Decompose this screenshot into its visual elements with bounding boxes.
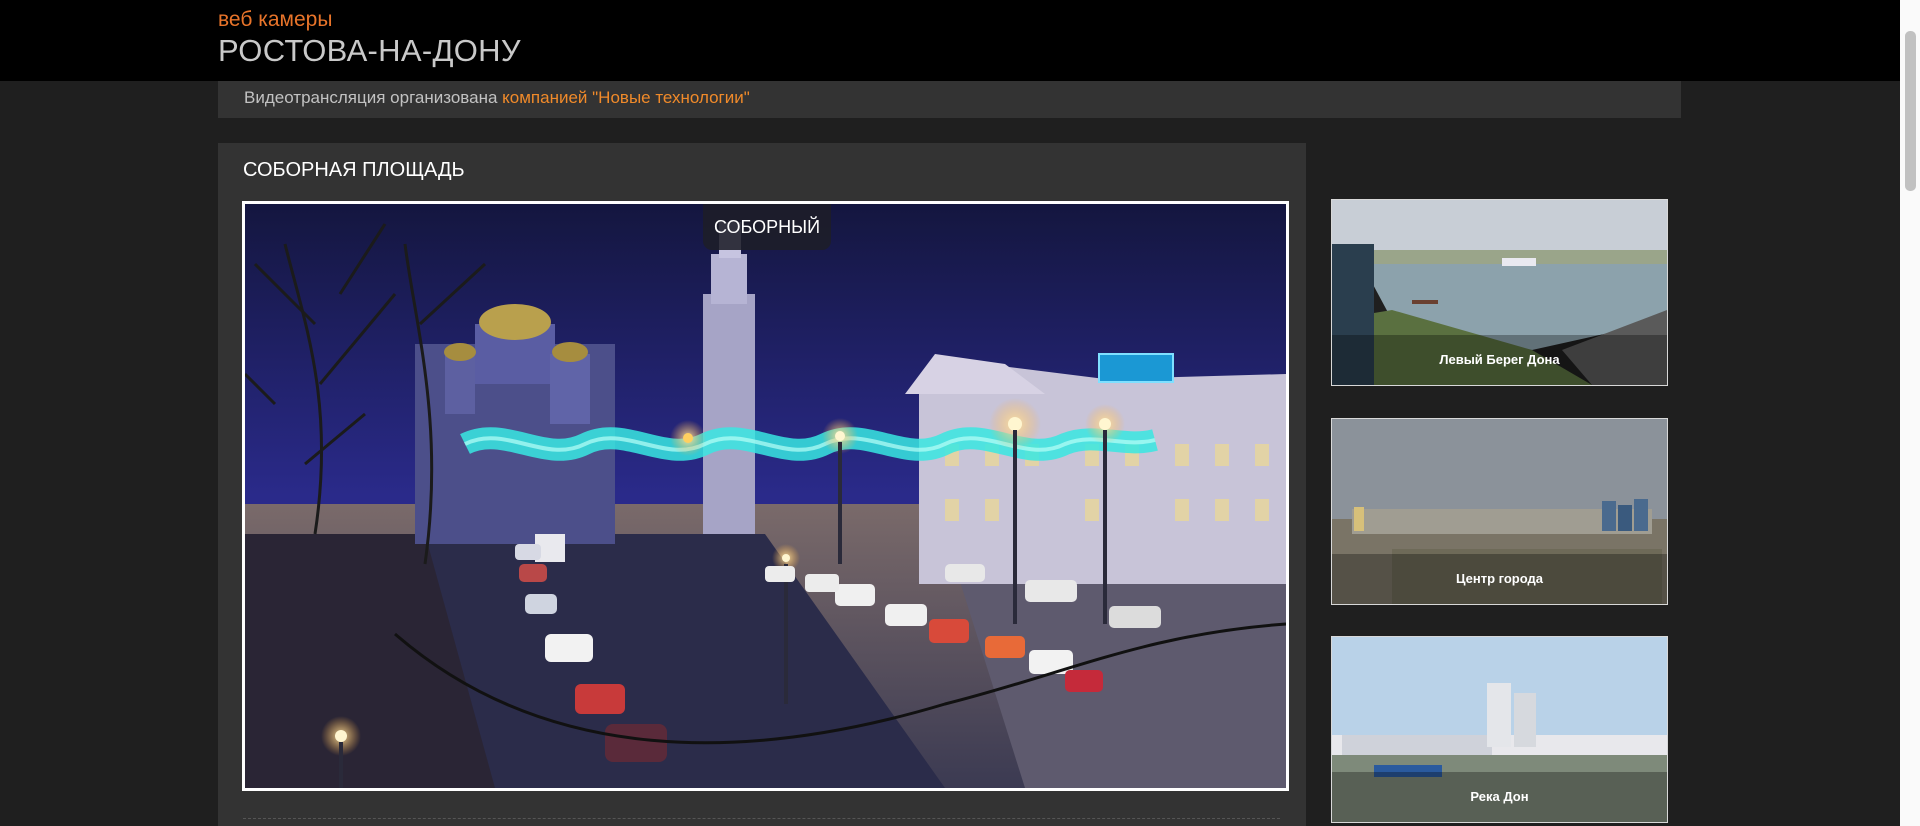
camera-title: СОБОРНАЯ ПЛОЩАДЬ bbox=[243, 159, 465, 181]
scrollbar-thumb[interactable] bbox=[1905, 31, 1916, 191]
panel-divider bbox=[243, 818, 1280, 819]
camera-video-frame bbox=[245, 204, 1286, 788]
brand-subtitle[interactable]: веб камеры bbox=[218, 8, 332, 32]
thumbnail-label: Центр города bbox=[1332, 554, 1667, 604]
camera-thumbnail-city-center[interactable]: Центр города bbox=[1331, 418, 1668, 605]
camera-thumbnail-left-bank[interactable]: Левый Берег Дона bbox=[1331, 199, 1668, 386]
camera-overlay-label: СОБОРНЫЙ bbox=[703, 204, 831, 250]
camera-video-player[interactable]: СОБОРНЫЙ bbox=[242, 201, 1289, 791]
page-scrollbar[interactable] bbox=[1900, 0, 1920, 826]
main-camera-panel: СОБОРНАЯ ПЛОЩАДЬ СОБОРНЫЙ bbox=[218, 143, 1306, 826]
sponsor-link[interactable]: компанией "Новые технологии" bbox=[502, 88, 750, 107]
sponsor-notice: Видеотрансляция организована компанией "… bbox=[218, 81, 1681, 118]
sponsor-notice-prefix: Видеотрансляция организована bbox=[244, 88, 503, 107]
sponsor-notice-text: Видеотрансляция организована компанией "… bbox=[244, 88, 750, 108]
brand-title[interactable]: РОСТОВА-НА-ДОНУ bbox=[218, 33, 521, 69]
thumbnail-label: Река Дон bbox=[1332, 772, 1667, 822]
camera-thumbnail-don-river[interactable]: Река Дон bbox=[1331, 636, 1668, 823]
thumbnail-label: Левый Берег Дона bbox=[1332, 335, 1667, 385]
site-header: веб камеры РОСТОВА-НА-ДОНУ bbox=[0, 0, 1900, 81]
